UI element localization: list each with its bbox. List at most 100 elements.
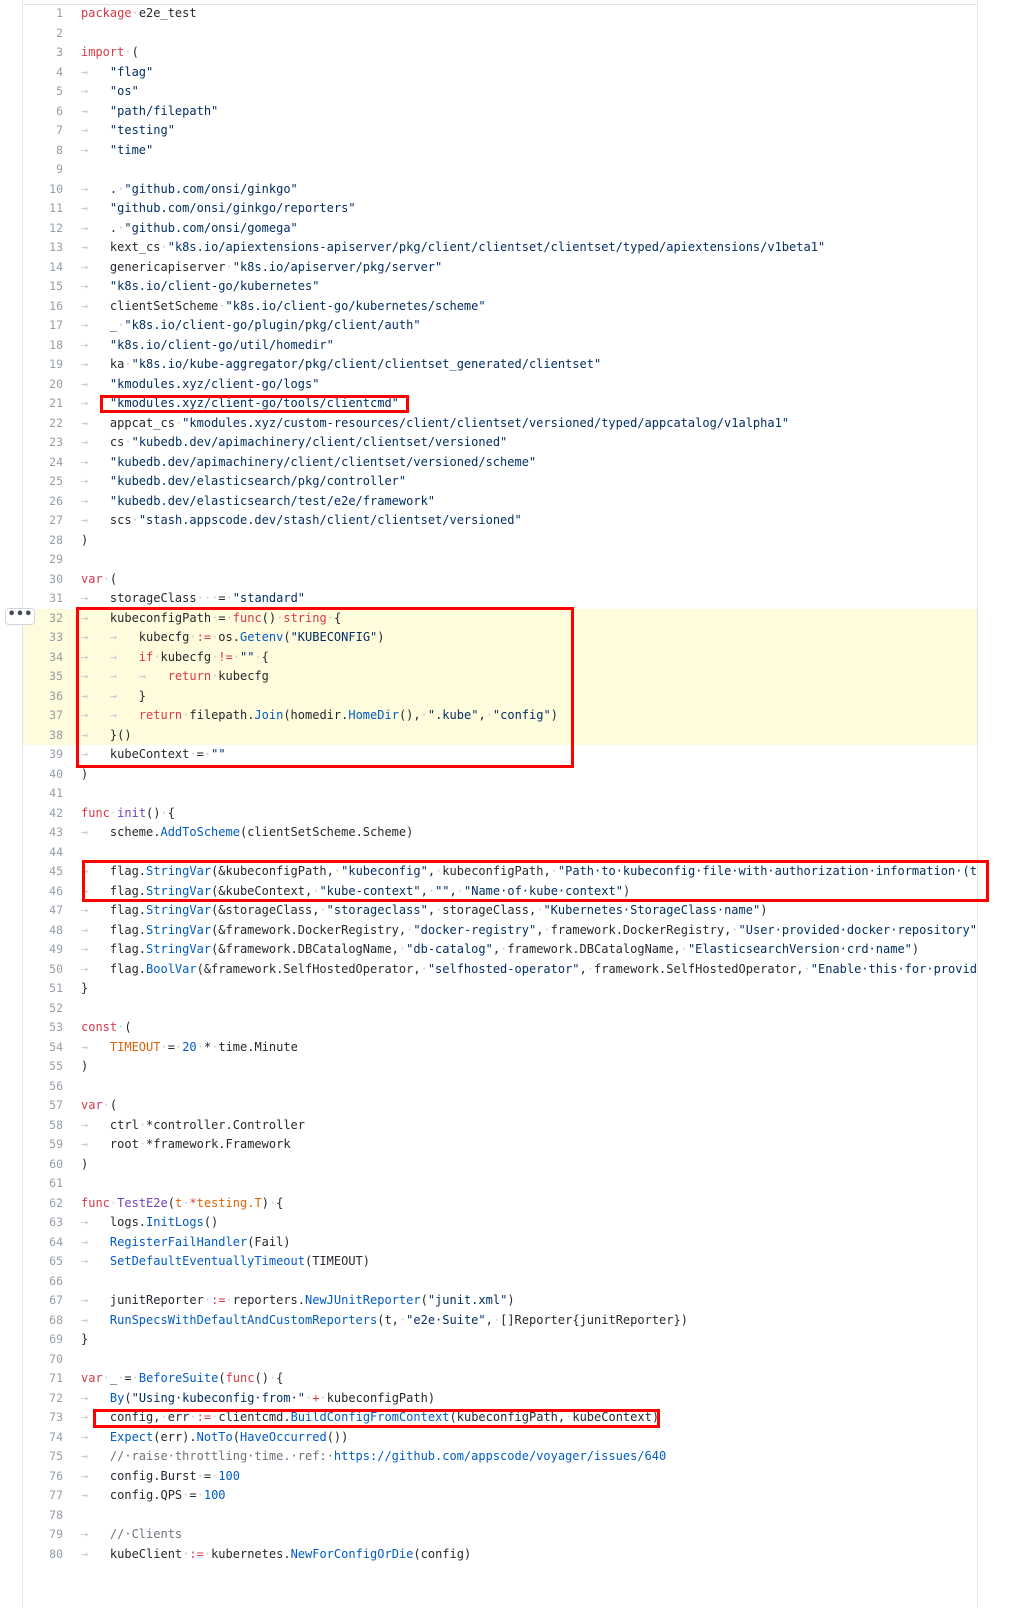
line-number[interactable]: 16 [23, 297, 63, 317]
line-number[interactable]: 41 [23, 784, 63, 804]
line-number[interactable]: 14 [23, 258, 63, 278]
line-number[interactable]: 75 [23, 1447, 63, 1467]
line-number[interactable]: 47 [23, 901, 63, 921]
code-text: → flag.BoolVar(&framework.SelfHostedOper… [81, 960, 977, 980]
line-number[interactable]: 12 [23, 219, 63, 239]
line-number[interactable]: 42 [23, 804, 63, 824]
line-number[interactable]: 46 [23, 882, 63, 902]
line-number[interactable]: 5 [23, 82, 63, 102]
line-number[interactable]: 19 [23, 355, 63, 375]
line-number[interactable]: 11 [23, 199, 63, 219]
line-number[interactable]: 45 [23, 862, 63, 882]
line-number[interactable]: 60 [23, 1155, 63, 1175]
line-number[interactable]: 33 [23, 628, 63, 648]
code-line: 16 → clientSetScheme·"k8s.io/client-go/ku… [23, 297, 977, 317]
line-number[interactable]: 27 [23, 511, 63, 531]
line-number[interactable]: 65 [23, 1252, 63, 1272]
code-token: (&kubeContext, [211, 883, 313, 898]
code-token: "Name·of·kube·context" [464, 883, 623, 898]
code-line: 39 → kubeContext·=·"" [23, 745, 977, 765]
line-number[interactable]: 66 [23, 1272, 63, 1292]
code-text: → By("Using·kubeconfig·from·"·+·kubeconf… [81, 1389, 435, 1409]
line-number[interactable]: 31 [23, 589, 63, 609]
line-number[interactable]: 56 [23, 1077, 63, 1097]
line-number[interactable]: 52 [23, 999, 63, 1019]
line-number[interactable]: 30 [23, 570, 63, 590]
line-number[interactable]: 54 [23, 1038, 63, 1058]
line-number[interactable]: 13 [23, 238, 63, 258]
line-number[interactable]: 74 [23, 1428, 63, 1448]
code-text: → SetDefaultEventuallyTimeout(TIMEOUT) [81, 1252, 370, 1272]
line-number[interactable]: 8 [23, 141, 63, 161]
code-token: "kubedb.dev/elasticsearch/pkg/controller… [109, 474, 407, 488]
line-number[interactable]: 21 [23, 394, 63, 414]
line-number[interactable]: 7 [23, 121, 63, 141]
line-number[interactable]: 72 [23, 1389, 63, 1409]
expand-lines-button[interactable]: ••• [5, 608, 35, 625]
line-number[interactable]: 38 [23, 726, 63, 746]
code-line: 63 → logs.InitLogs() [23, 1213, 977, 1233]
line-number[interactable]: 15 [23, 277, 63, 297]
code-line: 8 → "time" [23, 141, 977, 161]
line-number[interactable]: 77 [23, 1486, 63, 1506]
line-number[interactable]: 6 [23, 102, 63, 122]
line-number[interactable]: 58 [23, 1116, 63, 1136]
line-number[interactable]: 63 [23, 1213, 63, 1233]
line-number[interactable]: 80 [23, 1545, 63, 1565]
line-number[interactable]: 69 [23, 1330, 63, 1350]
line-number[interactable]: 39 [23, 745, 63, 765]
line-number[interactable]: 36 [23, 687, 63, 707]
line-number[interactable]: 18 [23, 336, 63, 356]
line-number[interactable]: 17 [23, 316, 63, 336]
line-number[interactable]: 71 [23, 1369, 63, 1389]
code-token: → [81, 376, 110, 391]
line-number[interactable]: 29 [23, 550, 63, 570]
line-number[interactable]: 2 [23, 24, 63, 44]
line-number[interactable]: 34 [23, 648, 63, 668]
code-token: kubecfg [218, 669, 269, 683]
code-token: "Path·to·kubeconfig·file·with·authorizat… [557, 864, 977, 878]
line-number[interactable]: 26 [23, 492, 63, 512]
line-number[interactable]: 64 [23, 1233, 63, 1253]
code-token: } [81, 1332, 89, 1346]
line-number[interactable]: 50 [23, 960, 63, 980]
line-number[interactable]: 28 [23, 531, 63, 551]
line-number[interactable]: 67 [23, 1291, 63, 1311]
line-number[interactable]: 10 [23, 180, 63, 200]
line-number[interactable]: 73 [23, 1408, 63, 1428]
line-number[interactable]: 79 [23, 1525, 63, 1545]
line-number[interactable]: 9 [23, 160, 63, 180]
line-number[interactable]: 1 [23, 4, 63, 24]
line-number[interactable]: 48 [23, 921, 63, 941]
line-number[interactable]: 76 [23, 1467, 63, 1487]
line-number[interactable]: 4 [23, 63, 63, 83]
line-number[interactable]: 61 [23, 1174, 63, 1194]
line-number[interactable]: 68 [23, 1311, 63, 1331]
line-number[interactable]: 40 [23, 765, 63, 785]
line-number[interactable]: 37 [23, 706, 63, 726]
line-number[interactable]: 23 [23, 433, 63, 453]
line-number[interactable]: 22 [23, 414, 63, 434]
line-number[interactable]: 49 [23, 940, 63, 960]
line-number[interactable]: 70 [23, 1350, 63, 1370]
line-number[interactable]: 51 [23, 979, 63, 999]
line-number[interactable]: 62 [23, 1194, 63, 1214]
code-token: ".kube" [427, 708, 479, 722]
line-number[interactable]: 25 [23, 472, 63, 492]
line-number[interactable]: 20 [23, 375, 63, 395]
code-token: (t, [377, 1312, 399, 1327]
code-token: kubeContext [109, 747, 190, 761]
line-number[interactable]: 43 [23, 823, 63, 843]
code-token: ) [261, 1195, 269, 1210]
line-number[interactable]: 55 [23, 1057, 63, 1077]
line-number[interactable]: 57 [23, 1096, 63, 1116]
line-number[interactable]: 24 [23, 453, 63, 473]
line-number[interactable]: 78 [23, 1506, 63, 1526]
line-number[interactable]: 35 [23, 667, 63, 687]
line-number[interactable]: 3 [23, 43, 63, 63]
line-number[interactable]: 44 [23, 843, 63, 863]
code-text: → "kmodules.xyz/client-go/logs" [81, 375, 319, 395]
code-line: 4 → "flag" [23, 63, 977, 83]
line-number[interactable]: 53 [23, 1018, 63, 1038]
line-number[interactable]: 59 [23, 1135, 63, 1155]
